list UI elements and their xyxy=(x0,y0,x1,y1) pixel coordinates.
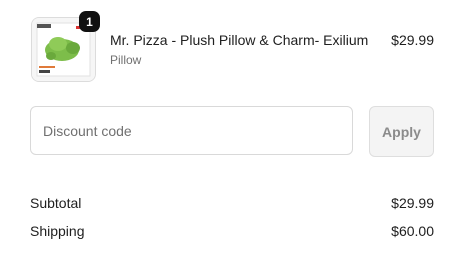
product-name: Mr. Pizza - Plush Pillow & Charm- Exiliu… xyxy=(110,32,369,48)
product-variant: Pillow xyxy=(110,53,142,67)
subtotal-value: $29.99 xyxy=(391,195,434,211)
quantity-badge: 1 xyxy=(79,11,100,32)
discount-code-input[interactable] xyxy=(30,106,353,155)
subtotal-label: Subtotal xyxy=(30,195,82,211)
subtotal-row: Subtotal $29.99 xyxy=(30,195,434,211)
product-price: $29.99 xyxy=(391,32,434,48)
shipping-row: Shipping $60.00 xyxy=(30,223,434,239)
shipping-value: $60.00 xyxy=(391,223,434,239)
cart-line-item: 1 Mr. Pizza - Plush Pillow & Charm- Exil… xyxy=(30,11,434,82)
apply-discount-button[interactable]: Apply xyxy=(369,106,434,157)
shipping-label: Shipping xyxy=(30,223,85,239)
